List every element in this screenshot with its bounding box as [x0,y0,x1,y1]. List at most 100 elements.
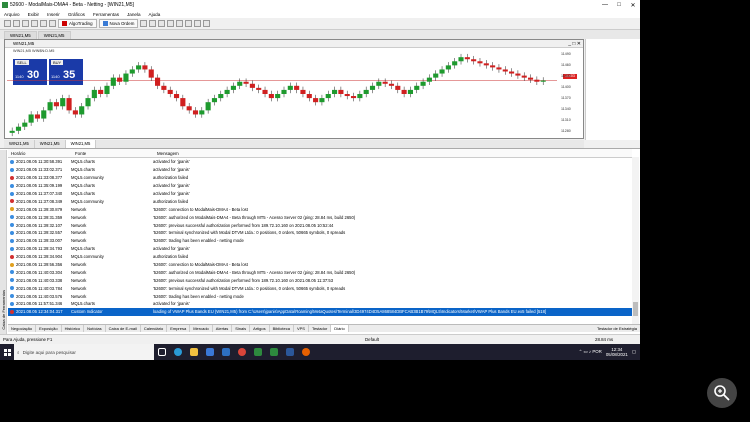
start-button[interactable] [0,344,14,360]
task-view-icon[interactable] [154,344,170,360]
navigator-icon[interactable] [31,20,38,27]
metatrader2-icon[interactable] [266,344,282,360]
chart-window-buttons[interactable]: _ □ ✕ [568,40,581,48]
toolbox-tab[interactable]: Empresa [167,325,191,332]
toolbox-tab[interactable]: Exposição [36,325,62,332]
journal-row[interactable]: 2021.08.05 11:39:33.007 Network '52600': t… [8,237,632,245]
menu-ajuda[interactable]: Ajuda [145,12,165,17]
new-chart-icon[interactable] [4,20,11,27]
template-icon[interactable] [203,20,211,27]
minimize-button[interactable]: — [598,0,612,10]
new-order-button[interactable]: Nova Ordem [98,19,139,28]
store-icon[interactable] [202,344,218,360]
journal-scrollbar[interactable] [632,157,639,325]
menu-ferramentas[interactable]: Ferramentas [89,12,123,17]
toolbox-tab[interactable]: Diário [331,325,349,332]
chart-tab[interactable]: WIN21,M5 [4,140,35,148]
journal-row[interactable]: 2021.08.05 11:40:03.576 Network '52600': t… [8,292,632,300]
toolbox-tab[interactable]: Sinais [232,325,251,332]
maximize-button[interactable]: □ [612,0,626,10]
row-message: activated for 'jpanis' [153,183,190,189]
chart-tab[interactable]: WIN21,M5 [35,140,66,148]
candle [350,92,357,102]
candle [142,62,148,73]
menu-janela[interactable]: Janela [123,12,145,17]
journal-header: Horário Fonte Mensagem [8,149,632,158]
zoom-in-icon[interactable] [140,20,148,27]
zoom-icon[interactable] [707,378,737,408]
toolbox-tab[interactable]: Negociação [8,325,37,332]
col-message[interactable]: Mensagem [154,149,179,157]
row-source: MQL5.charts [71,159,95,165]
menu-graficos[interactable]: Gráficos [64,12,89,17]
journal-row[interactable]: 2021.08.05 11:40:03.304 Network '52600': a… [8,268,632,276]
metatrader-icon[interactable] [250,344,266,360]
toolbox-tab[interactable]: Histórico [62,325,85,332]
chart-tab-active[interactable]: WIN21,M5 [65,140,97,148]
candlestick-chart[interactable] [7,49,557,139]
journal-row[interactable]: 2021.08.05 11:33:02.371 MQL5.charts activa… [8,166,632,174]
toolbox-tab[interactable]: Calendário [141,325,168,332]
toolbox-side-label[interactable]: Caixa de Ferramentas [0,150,7,334]
toolbox-tab[interactable]: Notícias [84,325,106,332]
toolbox-tab[interactable]: Alertas [213,325,233,332]
row-time: 2021.08.05 11:33:02.371 [16,167,63,173]
journal-row[interactable]: 2021.08.05 11:39:32.557 Network '52600': t… [8,229,632,237]
journal-row[interactable]: 2021.08.05 11:39:30.879 Network '52600': c… [8,205,632,213]
candle [515,70,521,79]
journal-row[interactable]: 2021.08.05 11:37:07.340 MQL5.charts activa… [8,190,632,198]
col-time[interactable]: Horário [8,149,72,157]
toolbox-tab[interactable]: VPS [294,325,309,332]
journal-row[interactable]: 2021.08.05 11:30:58.391 MQL5.charts activa… [8,158,632,166]
word-icon[interactable] [282,344,298,360]
tile-icon[interactable] [158,20,166,27]
file-explorer-icon[interactable] [186,344,202,360]
doc-tab[interactable]: WIN21,M5 [4,31,37,39]
row-time: 2021.08.05 11:40:03.784 [16,285,63,291]
mail-icon[interactable] [218,344,234,360]
profiles-icon[interactable] [13,20,20,27]
journal-row[interactable]: 2021.08.05 11:57:51.346 MQL5.charts activa… [8,300,632,308]
journal-row[interactable]: 2021.08.05 11:35:09.199 MQL5.charts activa… [8,182,632,190]
toolbox-tab[interactable]: Artigos [250,325,270,332]
doc-tab[interactable]: WIN21,M5 [37,31,71,39]
journal-row[interactable]: 2021.08.05 11:40:03.338 Network '52600': p… [8,276,632,284]
journal-row[interactable]: 2021.08.05 12:34:04.317 Custom Indicator l… [8,307,632,316]
chart-window[interactable]: WIN21,M5 _ □ ✕ WIN21,M5 WIN$N:D.M5 SELL … [4,39,584,139]
taskbar-search[interactable]: ⌕ Digite aqui para pesquisar [14,344,154,360]
indicators-icon[interactable] [185,20,193,27]
clock[interactable]: 12:34 05/08/2021 [606,347,628,357]
chrome-icon[interactable] [234,344,250,360]
col-source[interactable]: Fonte [72,149,154,157]
journal-row[interactable]: 2021.08.05 11:39:34.793 MQL5.charts activa… [8,245,632,253]
algotrading-button[interactable]: AlgoTrading [58,19,97,28]
market-watch-icon[interactable] [22,20,29,27]
strategy-tester-tab[interactable]: Testador de Estratégia [594,325,640,332]
toolbox-tab[interactable]: Testador [309,325,332,332]
menu-arquivo[interactable]: Arquivo [0,12,24,17]
toolbox-tab[interactable]: Biblioteca [270,325,294,332]
toolbox-tab[interactable]: Mercado [190,325,213,332]
chart-shift-icon[interactable] [176,20,184,27]
journal-row[interactable]: 2021.08.05 11:33:08.377 MQL5.community aut… [8,174,632,182]
data-window-icon[interactable] [49,20,56,27]
scrollbar-thumb[interactable] [633,302,638,316]
journal-row[interactable]: 2021.08.05 11:39:56.356 Network '52600': c… [8,261,632,269]
notification-icon[interactable]: ▢ [632,349,636,355]
journal-row[interactable]: 2021.08.05 11:40:03.784 Network '52600': t… [8,284,632,292]
journal-row[interactable]: 2021.08.05 11:37:08.349 MQL5.community aut… [8,197,632,205]
toolbox-tab[interactable]: Caixa de E-mail [106,325,141,332]
edge-icon[interactable] [170,344,186,360]
period-icon[interactable] [194,20,202,27]
autoscroll-icon[interactable] [167,20,175,27]
menu-exibir[interactable]: Exibir [24,12,44,17]
tray-icons[interactable]: ⌃ ▭ ♪ POR [579,349,602,355]
menu-inserir[interactable]: Inserir [43,12,64,17]
journal-row[interactable]: 2021.08.05 11:39:34.904 MQL5.community aut… [8,253,632,261]
toolbox-icon[interactable] [40,20,47,27]
journal-row[interactable]: 2021.08.05 11:39:31.359 Network '52600': a… [8,213,632,221]
close-button[interactable]: ✕ [626,0,640,10]
firefox-icon[interactable] [298,344,314,360]
journal-row[interactable]: 2021.08.05 11:39:32.107 Network '52600': p… [8,221,632,229]
zoom-out-icon[interactable] [149,20,157,27]
